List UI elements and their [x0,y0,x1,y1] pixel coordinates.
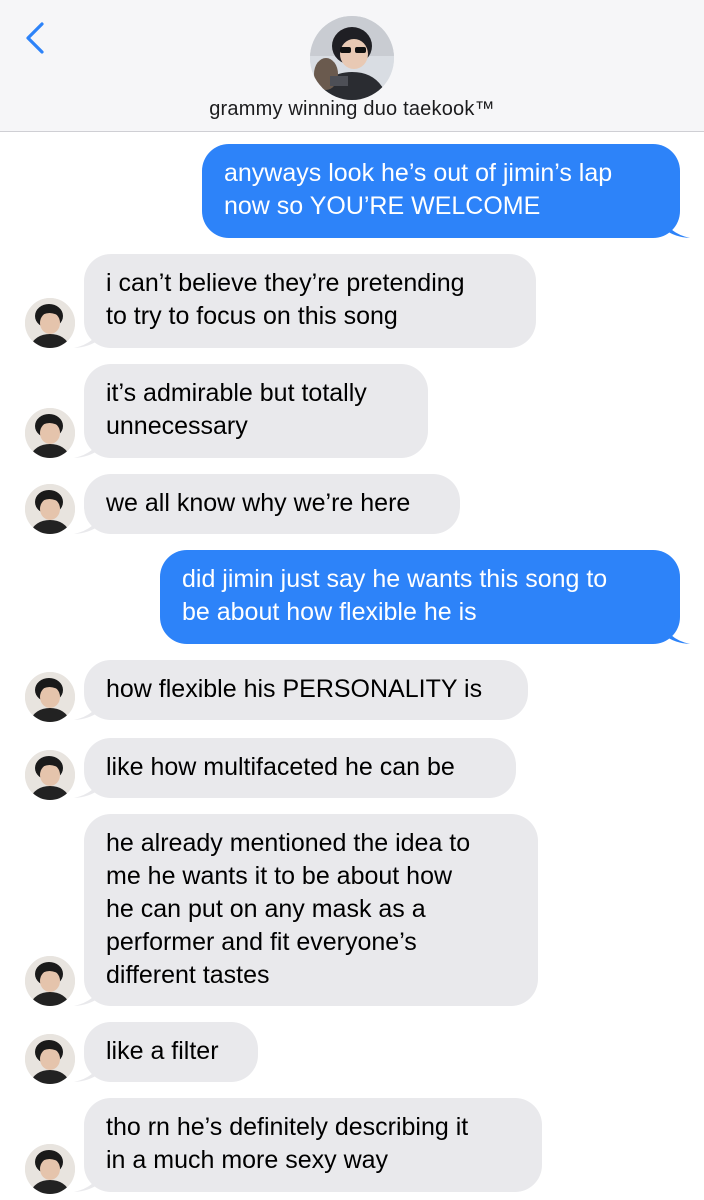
contact-avatar[interactable] [25,1034,75,1084]
bubble-tail [74,513,100,534]
contact-avatar[interactable] [25,672,75,722]
bubble-tail [74,985,100,1006]
bubble-tail [74,437,100,458]
incoming-message[interactable]: like a filter [84,1022,258,1082]
incoming-message[interactable]: we all know why we’re here [84,474,460,534]
conversation-header: grammy winning duo taekook™ [0,0,704,132]
bubble-tail [74,777,100,798]
incoming-message[interactable]: it’s admirable but totally unnecessary [84,364,428,458]
chevron-left-icon [26,22,44,54]
contact-avatar[interactable] [25,750,75,800]
incoming-message[interactable]: like how multifaceted he can be [84,738,516,798]
bubble-tail [74,327,100,348]
incoming-message[interactable]: how flexible his PERSONALITY is [84,660,528,720]
contact-avatar[interactable] [25,298,75,348]
contact-avatar[interactable] [25,1144,75,1194]
contact-avatar[interactable] [25,484,75,534]
contact-avatar[interactable] [25,956,75,1006]
bubble-tail [74,1061,100,1082]
incoming-message[interactable]: tho rn he’s definitely describing it in … [84,1098,542,1192]
back-button[interactable] [18,20,54,56]
incoming-message[interactable]: he already mentioned the idea to me he w… [84,814,538,1006]
bubble-tail [74,699,100,720]
outgoing-message[interactable]: did jimin just say he wants this song to… [160,550,680,644]
outgoing-message[interactable]: anyways look he’s out of jimin’s lap now… [202,144,680,238]
incoming-message[interactable]: i can’t believe they’re pretending to tr… [84,254,536,348]
bubble-tail [664,623,690,644]
group-avatar[interactable] [310,16,394,100]
conversation-title: grammy winning duo taekook™ [209,98,495,120]
bubble-tail [74,1171,100,1192]
bubble-tail [664,217,690,238]
contact-avatar[interactable] [25,408,75,458]
